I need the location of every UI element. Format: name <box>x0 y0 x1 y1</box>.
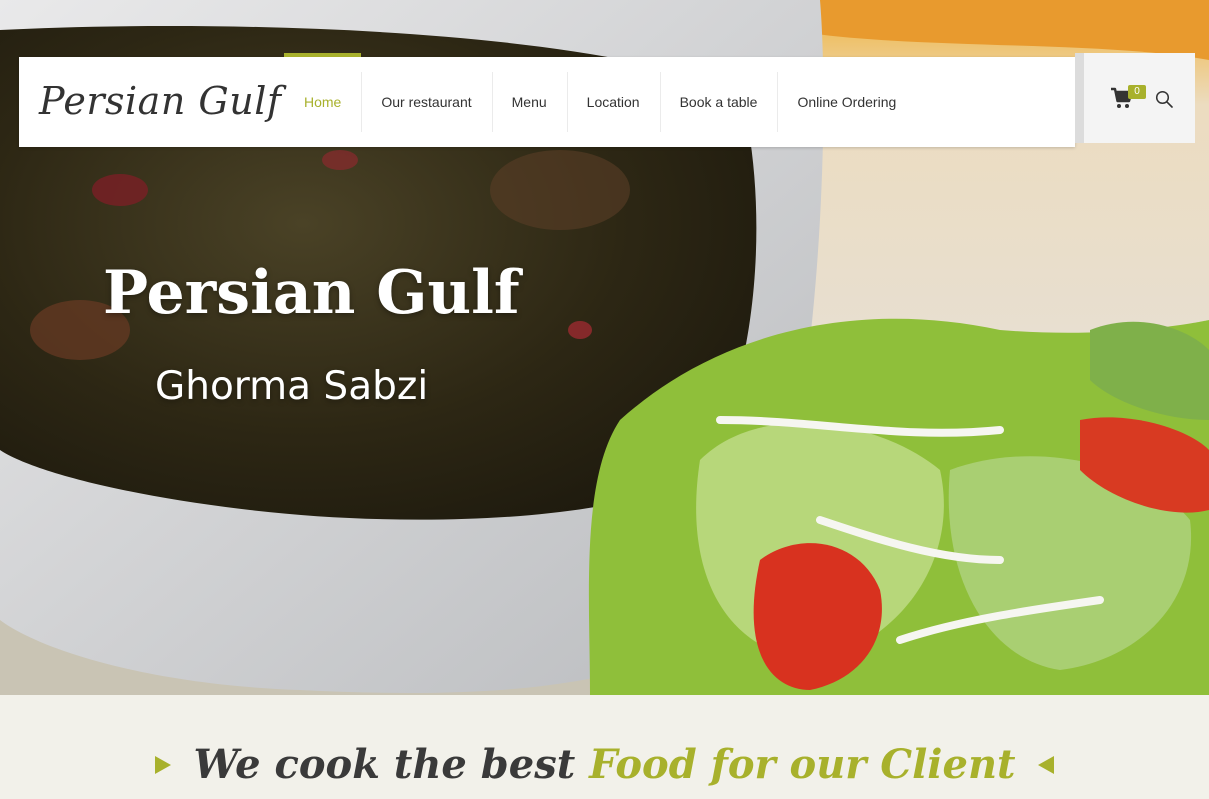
tagline-part-1: We cook the best <box>193 741 590 788</box>
hero-title: Persian Gulf <box>103 258 520 328</box>
tagline-section: We cook the best Food for our Client <box>0 695 1209 799</box>
hero-subtitle: Ghorma Sabzi <box>155 364 429 409</box>
cart-count-badge: 0 <box>1128 85 1146 99</box>
main-navigation: Home Our restaurant Menu Location Book a… <box>284 53 916 147</box>
nav-item-our-restaurant[interactable]: Our restaurant <box>361 57 491 147</box>
nav-item-book-a-table[interactable]: Book a table <box>659 57 778 147</box>
nav-item-home[interactable]: Home <box>284 53 362 147</box>
nav-item-location[interactable]: Location <box>566 57 660 147</box>
tagline-part-2: Food for our Client <box>589 741 1016 788</box>
top-header: Persian Gulf Home Our restaurant Menu Lo… <box>19 53 1075 147</box>
page: Persian Gulf Ghorma Sabzi Persian Gulf H… <box>0 0 1209 799</box>
triangle-left-icon <box>1037 756 1054 774</box>
site-logo[interactable]: Persian Gulf <box>39 79 281 123</box>
header-actions: 0 <box>1075 53 1195 143</box>
tagline: We cook the best Food for our Client <box>0 733 1209 797</box>
nav-item-online-ordering[interactable]: Online Ordering <box>777 57 916 147</box>
triangle-right-icon <box>155 756 172 774</box>
nav-item-menu[interactable]: Menu <box>491 57 567 147</box>
search-icon[interactable] <box>1155 90 1173 108</box>
